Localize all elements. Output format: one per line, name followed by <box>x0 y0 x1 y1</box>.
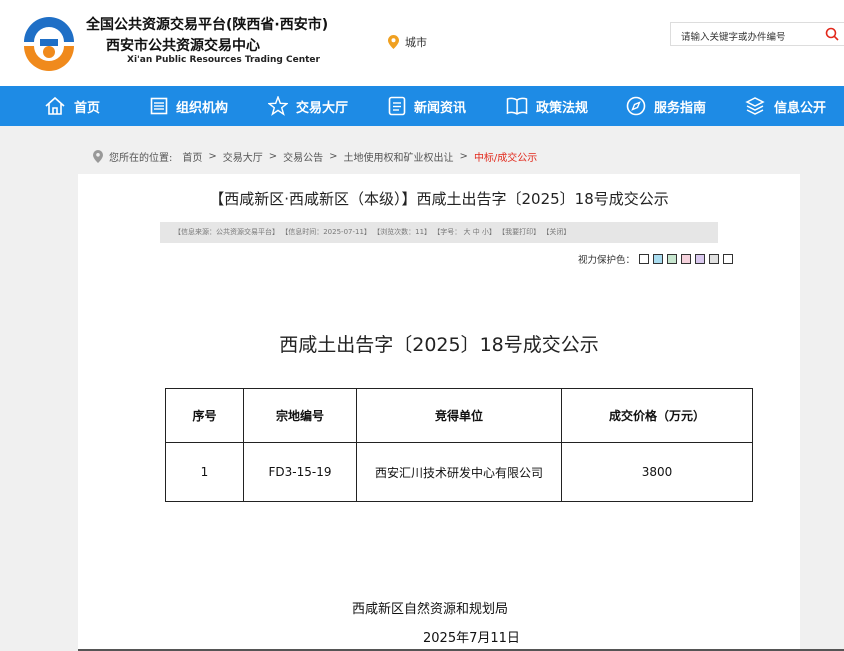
news-icon <box>388 96 406 116</box>
site-title: 全国公共资源交易平台(陕西省·西安市) <box>86 17 329 33</box>
document-title: 西咸土出告字〔2025〕18号成交公示 <box>279 334 599 356</box>
eye-care-swatch[interactable] <box>667 254 678 264</box>
site-logo[interactable] <box>18 12 80 72</box>
search-input[interactable]: 请输入关键字或办件编号 <box>670 22 844 46</box>
nav-label: 新闻资讯 <box>414 100 467 116</box>
article-panel: 【西咸新区·西咸新区（本级）】西咸土出告字〔2025〕18号成交公示 【信息来源… <box>78 174 800 651</box>
article-meta: 【信息来源：公共资源交易平台】 【信息时间：2025-07-11】 【浏览次数：… <box>160 222 718 243</box>
eye-care-colors: 视力保护色： <box>578 252 734 266</box>
nav-item-org[interactable]: 组织机构 <box>150 86 228 126</box>
table-cell: FD3-15-19 <box>243 442 357 502</box>
nav-label: 服务指南 <box>654 100 707 116</box>
nav-item-service-guide[interactable]: 服务指南 <box>626 86 706 126</box>
article-title: 【西咸新区·西咸新区（本级）】西咸土出告字〔2025〕18号成交公示 <box>209 190 669 208</box>
breadcrumb-link[interactable]: 交易公告 <box>283 149 323 164</box>
nav-item-home[interactable]: 首页 <box>44 86 100 126</box>
eye-care-swatch[interactable] <box>681 254 692 264</box>
nav-label: 首页 <box>74 100 101 116</box>
breadcrumb-link[interactable]: 土地使用权和矿业权出让 <box>344 149 454 164</box>
site-english-name: Xi'an Public Resources Trading Center <box>127 55 320 65</box>
signature-date: 2025年7月11日 <box>423 631 520 646</box>
eye-care-label: 视力保护色： <box>578 255 636 266</box>
breadcrumb-link[interactable]: 首页 <box>182 149 202 164</box>
table-header-row: 序号 宗地编号 竞得单位 成交价格（万元） <box>165 388 753 443</box>
eye-care-swatch[interactable] <box>653 254 664 264</box>
nav-label: 交易大厅 <box>296 100 349 116</box>
breadcrumb-current[interactable]: 中标/成交公示 <box>474 149 537 164</box>
table-header: 序号 <box>165 388 244 443</box>
star-icon <box>268 96 288 116</box>
table-cell: 西安汇川技术研发中心有限公司 <box>356 442 562 502</box>
table-header: 成交价格（万元） <box>561 388 753 443</box>
eye-care-swatch[interactable] <box>695 254 706 264</box>
nav-label: 组织机构 <box>176 100 229 116</box>
table-row: 1 FD3-15-19 西安汇川技术研发中心有限公司 3800 <box>165 442 753 502</box>
search-icon[interactable] <box>825 27 839 41</box>
org-icon <box>150 97 168 115</box>
site-header: 全国公共资源交易平台(陕西省·西安市) 西安市公共资源交易中心 Xi'an Pu… <box>0 0 844 86</box>
compass-icon <box>626 96 646 116</box>
home-icon <box>45 96 65 115</box>
nav-item-news[interactable]: 新闻资讯 <box>388 86 466 126</box>
breadcrumb-link[interactable]: 交易大厅 <box>223 149 263 164</box>
book-icon <box>506 97 528 115</box>
nav-label: 政策法规 <box>536 100 589 116</box>
breadcrumb-prefix: 您所在的位置: <box>109 153 173 164</box>
table-cell: 3800 <box>561 442 753 502</box>
eye-care-swatch[interactable] <box>723 254 734 264</box>
city-label: 城市 <box>405 36 427 49</box>
location-pin-icon <box>388 35 399 49</box>
location-pin-icon <box>93 150 103 163</box>
search-placeholder: 请输入关键字或办件编号 <box>681 32 786 43</box>
eye-care-swatch[interactable] <box>709 254 720 264</box>
breadcrumb: 您所在的位置: 首页 > 交易大厅 > 交易公告 > 土地使用权和矿业权出让 > 中标/… <box>93 149 537 164</box>
signature-org: 西咸新区自然资源和规划局 <box>352 602 509 617</box>
nav-item-info-disclosure[interactable]: 信息公开 <box>744 86 826 126</box>
table-cell: 1 <box>165 442 244 502</box>
nav-label: 信息公开 <box>774 100 827 116</box>
eye-care-swatch[interactable] <box>639 254 650 264</box>
table-header: 宗地编号 <box>243 388 357 443</box>
nav-item-policy[interactable]: 政策法规 <box>506 86 588 126</box>
site-subtitle: 西安市公共资源交易中心 <box>106 38 260 54</box>
info-icon <box>745 97 765 115</box>
main-nav: 首页 组织机构 交易大厅 新闻资讯 政策法规 服务指南 信息公开 <box>0 86 844 126</box>
city-selector[interactable]: 城市 <box>388 34 427 50</box>
table-header: 竞得单位 <box>356 388 562 443</box>
nav-item-trading-hall[interactable]: 交易大厅 <box>268 86 348 126</box>
result-table: 序号 宗地编号 竞得单位 成交价格（万元） 1 FD3-15-19 西安汇川技术… <box>165 388 753 502</box>
